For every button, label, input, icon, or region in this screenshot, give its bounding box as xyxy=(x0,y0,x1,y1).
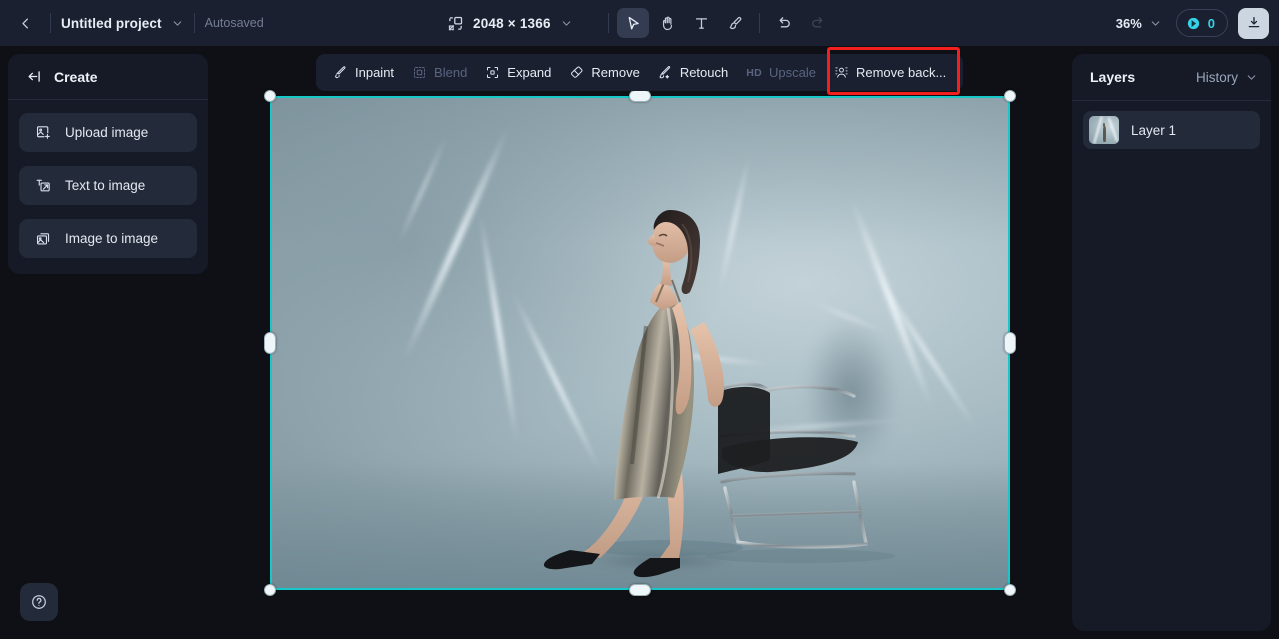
remove-label: Remove xyxy=(591,65,640,80)
credits-value: 0 xyxy=(1207,15,1215,31)
redo-button[interactable] xyxy=(802,8,834,38)
image-to-image-icon xyxy=(35,230,52,247)
credits-badge[interactable]: 0 xyxy=(1175,9,1228,37)
image-action-toolbar: Inpaint Blend Expand Remove Retouch HD U… xyxy=(316,54,964,91)
help-button[interactable] xyxy=(20,583,58,621)
text-to-image-icon xyxy=(35,177,52,194)
blend-button[interactable]: Blend xyxy=(403,59,476,87)
artwork-subject xyxy=(543,210,895,578)
history-label: History xyxy=(1195,69,1238,85)
eraser-icon xyxy=(569,65,584,80)
canvas-selection[interactable] xyxy=(264,90,1016,596)
project-title: Untitled project xyxy=(61,15,162,31)
inpaint-label: Inpaint xyxy=(355,65,395,80)
divider xyxy=(608,13,609,33)
expand-button[interactable]: Expand xyxy=(476,59,560,87)
top-left-handle[interactable] xyxy=(264,90,276,102)
chevron-down-icon xyxy=(171,17,184,30)
expand-frame-icon xyxy=(485,65,500,80)
download-button[interactable] xyxy=(1238,7,1269,39)
hand-icon xyxy=(659,15,676,32)
divider xyxy=(759,13,760,33)
bottom-right-handle[interactable] xyxy=(1004,584,1016,596)
top-bar-right: 36% 0 xyxy=(1112,0,1269,46)
middle-left-handle[interactable] xyxy=(264,332,276,354)
image-plus-icon xyxy=(35,124,52,141)
model-back-arm xyxy=(690,322,724,407)
model-shoe-back xyxy=(543,550,600,570)
divider xyxy=(193,13,195,33)
sidebar-item-label: Upload image xyxy=(65,125,149,140)
layers-title: Layers xyxy=(1090,69,1136,85)
remove-button[interactable]: Remove xyxy=(560,59,648,87)
sidebar-title: Create xyxy=(54,68,98,85)
project-title-menu[interactable]: Untitled project xyxy=(61,16,184,31)
sidebar-item-upload-image[interactable]: Upload image xyxy=(19,113,197,152)
sidebar-item-label: Image to image xyxy=(65,231,159,246)
back-button[interactable] xyxy=(10,8,40,38)
remove-background-label: Remove back... xyxy=(855,65,947,80)
layer-name: Layer 1 xyxy=(1131,122,1177,138)
collapse-panel-icon xyxy=(26,68,43,85)
top-center-handle[interactable] xyxy=(629,90,651,102)
text-t-icon xyxy=(693,15,710,32)
canvas-dimensions: 2048 × 1366 xyxy=(473,15,551,31)
chevron-down-icon xyxy=(1245,71,1258,84)
pan-tool[interactable] xyxy=(651,8,683,38)
retouch-sparkle-icon xyxy=(658,65,673,80)
top-right-handle[interactable] xyxy=(1004,90,1016,102)
autosave-status: Autosaved xyxy=(204,16,264,30)
sidebar-item-label: Text to image xyxy=(65,178,146,193)
remove-background-icon xyxy=(834,65,849,80)
redo-arrow-icon xyxy=(809,14,827,32)
layers-panel-header: Layers History xyxy=(1072,54,1271,101)
create-sidebar: Create Upload image Text to image Image … xyxy=(8,54,208,274)
artwork-image[interactable] xyxy=(270,96,1010,590)
chevron-left-icon xyxy=(18,16,33,31)
retouch-button[interactable]: Retouch xyxy=(649,59,737,87)
layers-list: Layer 1 xyxy=(1072,101,1271,159)
divider xyxy=(50,13,51,33)
upscale-button[interactable]: HD Upscale xyxy=(737,59,825,87)
sidebar-header[interactable]: Create xyxy=(8,54,208,100)
canvas-size-control[interactable]: 2048 × 1366 xyxy=(447,0,573,46)
middle-right-handle[interactable] xyxy=(1004,332,1016,354)
download-icon xyxy=(1246,15,1262,31)
layer-item[interactable]: Layer 1 xyxy=(1083,111,1260,149)
bottom-center-handle[interactable] xyxy=(629,584,651,596)
inpaint-wand-icon xyxy=(333,65,348,80)
cursor-arrow-icon xyxy=(625,15,642,32)
resize-canvas-icon xyxy=(447,15,464,32)
brush-tool[interactable] xyxy=(719,8,751,38)
retouch-label: Retouch xyxy=(679,65,729,80)
undo-button[interactable] xyxy=(768,8,800,38)
text-tool[interactable] xyxy=(685,8,717,38)
inpaint-button[interactable]: Inpaint xyxy=(324,59,403,87)
sidebar-items: Upload image Text to image Image to imag… xyxy=(8,100,208,274)
model-shoe-front xyxy=(633,558,680,578)
tool-cluster xyxy=(608,0,834,46)
layer-thumbnail xyxy=(1089,116,1119,144)
top-bar: Untitled project Autosaved 2048 × 1366 3… xyxy=(0,0,1279,46)
upscale-label: Upscale xyxy=(769,65,816,80)
brush-icon xyxy=(727,15,744,32)
chevron-down-icon xyxy=(560,17,573,30)
history-toggle[interactable]: History xyxy=(1196,70,1258,85)
blend-label: Blend xyxy=(434,65,468,80)
remove-background-button[interactable]: Remove back... xyxy=(825,59,955,87)
upscale-hd-badge: HD xyxy=(746,66,762,79)
select-tool[interactable] xyxy=(617,8,649,38)
undo-arrow-icon xyxy=(775,14,793,32)
zoom-level: 36% xyxy=(1115,15,1142,31)
sidebar-item-text-to-image[interactable]: Text to image xyxy=(19,166,197,205)
bottom-left-handle[interactable] xyxy=(264,584,276,596)
layers-panel: Layers History Layer 1 xyxy=(1072,54,1271,631)
expand-label: Expand xyxy=(507,65,552,80)
help-circle-icon xyxy=(30,593,48,611)
zoom-control[interactable]: 36% xyxy=(1112,12,1166,35)
blend-icon xyxy=(412,65,427,80)
credit-coin-icon xyxy=(1186,16,1201,31)
sidebar-item-image-to-image[interactable]: Image to image xyxy=(19,219,197,258)
chevron-down-icon xyxy=(1149,17,1162,30)
